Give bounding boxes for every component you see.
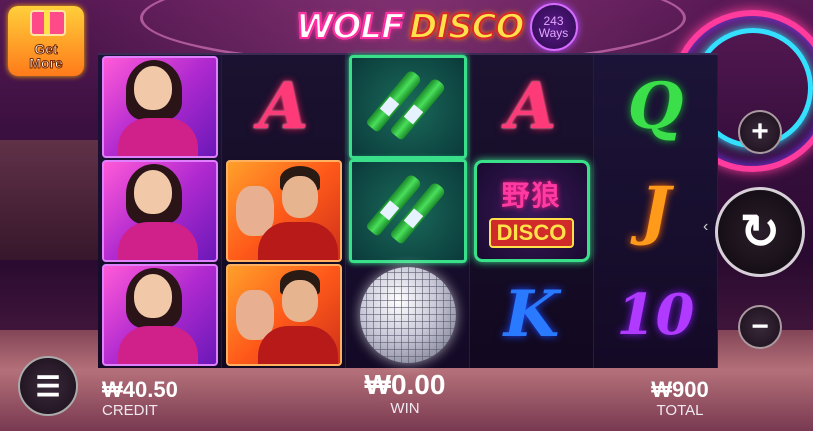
bet-decrease-button[interactable]: − — [738, 305, 782, 349]
symbol-j-letter: J — [640, 173, 671, 248]
minus-icon: − — [751, 310, 769, 343]
spin-icon: ↻ — [739, 206, 781, 259]
credit-meter: ₩40.50 CREDIT — [102, 378, 178, 420]
symbol-man — [222, 159, 345, 263]
man-portrait-icon — [225, 264, 342, 366]
wild-disco-sign-icon: 野狼 DISCO — [473, 160, 590, 262]
total-value: ₩900 — [651, 377, 709, 402]
symbol-10-text: 10 — [616, 282, 695, 348]
symbol-man — [222, 263, 345, 367]
woman-portrait-icon — [101, 264, 218, 366]
chevron-left-icon: ‹ — [703, 218, 709, 235]
reel-grid: A A 野狼 DISCO K Q J 10 — [98, 53, 718, 368]
ways-badge: 243 Ways — [529, 3, 578, 51]
reel-3 — [346, 55, 470, 368]
reel-4: A 野狼 DISCO K — [470, 55, 594, 368]
wild-disco-text: DISCO — [488, 218, 575, 248]
symbol-k-letter: K — [503, 277, 560, 352]
game-logo: WOLF DISCO 243 Ways — [295, 3, 578, 51]
symbol-disco-ball — [346, 263, 469, 367]
woman-portrait-icon — [101, 56, 218, 158]
ways-label: Ways — [538, 26, 569, 40]
symbol-woman — [98, 263, 221, 367]
symbol-beer — [346, 55, 469, 159]
symbol-a: A — [222, 55, 345, 159]
logo-word-wolf: WOLF — [295, 6, 405, 48]
woman-portrait-icon — [101, 160, 218, 262]
win-value: ₩0.00 — [364, 369, 446, 400]
symbol-beer — [346, 159, 469, 263]
get-more-label: Get More — [29, 41, 63, 71]
symbol-j: J — [594, 159, 717, 263]
background-left-panel — [0, 140, 100, 260]
win-meter: ₩0.00 WIN — [340, 370, 470, 418]
gift-icon — [30, 10, 66, 36]
symbol-woman — [98, 55, 221, 159]
total-label: TOTAL — [656, 402, 704, 419]
get-more-button[interactable]: Get More — [8, 6, 84, 76]
credit-value: ₩40.50 — [102, 377, 178, 402]
symbol-a-letter: A — [258, 69, 309, 144]
bet-increase-button[interactable]: + — [738, 110, 782, 154]
game-screen: Get More WOLF DISCO 243 Ways A A 野狼 DISC… — [0, 0, 813, 431]
hamburger-icon: ☰ — [35, 370, 61, 402]
beer-bottles-icon — [348, 55, 467, 159]
credit-label: CREDIT — [102, 402, 158, 419]
wild-cjk-text: 野狼 — [501, 179, 562, 212]
symbol-a-letter: A — [506, 69, 557, 144]
total-bet-meter: ₩900 TOTAL — [640, 378, 720, 420]
man-portrait-icon — [225, 160, 342, 262]
spin-button[interactable]: ↻ — [715, 187, 805, 277]
menu-button[interactable]: ☰ — [18, 356, 78, 416]
beer-bottles-icon — [348, 159, 467, 263]
disco-ball-icon — [359, 267, 456, 363]
symbol-q-letter: Q — [627, 69, 684, 144]
symbol-wild: 野狼 DISCO — [470, 159, 593, 263]
symbol-q: Q — [594, 55, 717, 159]
reel-5: Q J 10 — [594, 55, 718, 368]
reel-2: A — [222, 55, 346, 368]
symbol-woman — [98, 159, 221, 263]
symbol-10: 10 — [594, 263, 717, 367]
win-label: WIN — [390, 400, 420, 417]
symbol-k: K — [470, 263, 593, 367]
symbol-a: A — [470, 55, 593, 159]
plus-icon: + — [751, 115, 769, 148]
reel-1 — [98, 55, 222, 368]
logo-word-disco: DISCO — [408, 6, 525, 48]
